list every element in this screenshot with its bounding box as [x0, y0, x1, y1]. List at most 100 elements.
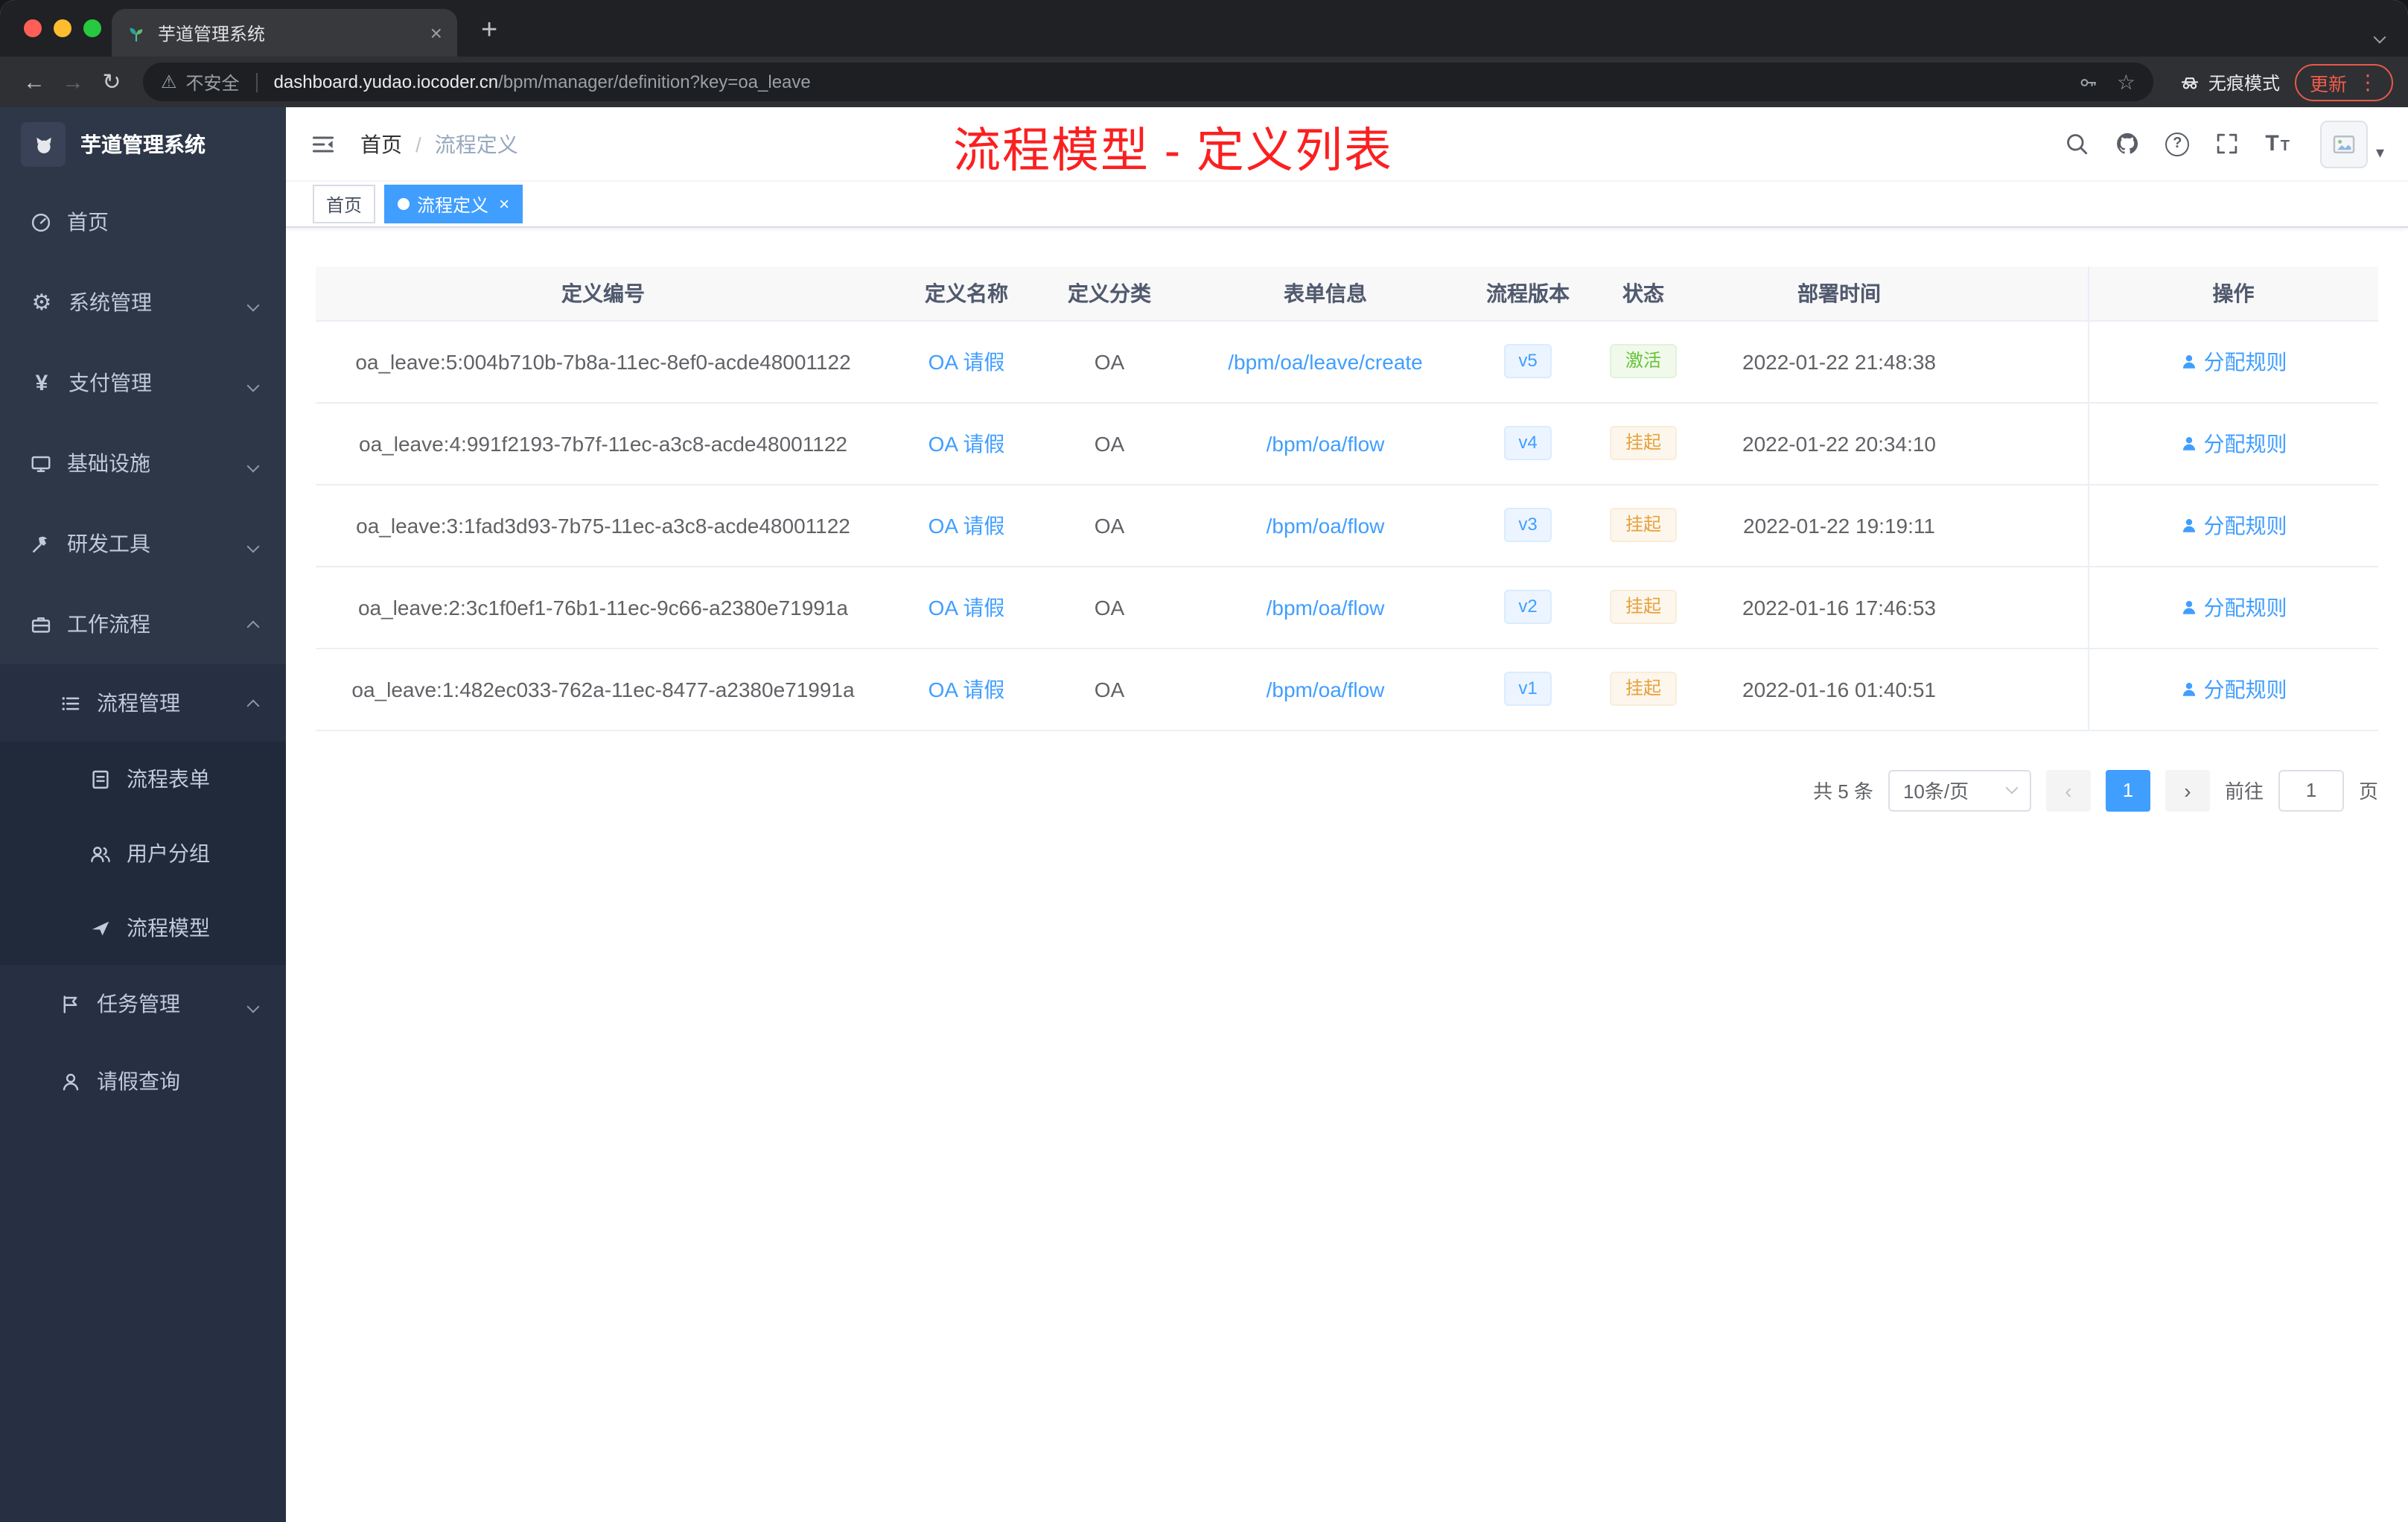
logo-title: 芋道管理系统 — [80, 133, 206, 156]
deploy-time: 2022-01-22 21:48:38 — [1742, 349, 1936, 373]
sidebar-item-payment[interactable]: ¥ 支付管理 — [0, 343, 286, 423]
forward-button[interactable]: → — [54, 71, 92, 93]
sidebar-item-home[interactable]: 首页 — [0, 182, 286, 262]
new-tab-button[interactable]: + — [481, 16, 497, 45]
back-button[interactable]: ← — [15, 71, 54, 93]
goto-page-input[interactable] — [2278, 769, 2344, 811]
tools-icon — [33, 535, 48, 552]
sidebar-item-user-group[interactable]: 用户分组 — [0, 816, 286, 891]
reload-button[interactable]: ↻ — [92, 71, 131, 93]
sidebar-item-workflow[interactable]: 工作流程 — [0, 584, 286, 664]
deploy-time: 2022-01-22 20:34:10 — [1742, 431, 1936, 455]
key-icon[interactable] — [2080, 72, 2099, 92]
tab-search-chevron-icon[interactable] — [2373, 22, 2386, 49]
chrome-update-button[interactable]: 更新 ⋮ — [2294, 63, 2393, 101]
definition-name-link[interactable]: OA 请假 — [929, 431, 1005, 455]
form-link[interactable]: /bpm/oa/flow — [1267, 431, 1385, 455]
users-icon — [91, 846, 110, 862]
deploy-time: 2022-01-16 01:40:51 — [1742, 677, 1936, 701]
assign-rule-link[interactable]: 分配规则 — [2180, 428, 2287, 458]
monitor-icon — [31, 455, 51, 471]
font-size-icon[interactable]: TT — [2265, 131, 2290, 156]
definition-name-link[interactable]: OA 请假 — [929, 677, 1005, 701]
yen-icon: ¥ — [35, 370, 48, 395]
logo-avatar — [21, 122, 66, 167]
window-close-button[interactable] — [24, 19, 42, 37]
status-badge: 挂起 — [1610, 590, 1676, 624]
definition-category: OA — [1094, 677, 1125, 701]
search-icon[interactable] — [2064, 131, 2089, 156]
form-link[interactable]: /bpm/oa/flow — [1267, 677, 1385, 701]
fullscreen-icon[interactable] — [2214, 131, 2240, 156]
omnibox-actions: ☆ — [2080, 69, 2135, 95]
page-button-1[interactable]: 1 — [2105, 769, 2150, 811]
definition-name-link[interactable]: OA 请假 — [929, 513, 1005, 537]
github-icon[interactable] — [2115, 131, 2140, 156]
sidebar-logo[interactable]: 芋道管理系统 — [0, 107, 286, 182]
assign-rule-link[interactable]: 分配规则 — [2180, 346, 2287, 376]
window-minimize-button[interactable] — [54, 19, 71, 37]
definition-table: 定义编号 定义名称 定义分类 表单信息 流程版本 状态 部署时间 操作 oa_l… — [316, 267, 2378, 730]
page-unit-label: 页 — [2358, 780, 2378, 803]
warning-icon: ⚠ — [161, 71, 177, 92]
address-bar[interactable]: ⚠ 不安全 dashboard.yudao.iocoder.cn/bpm/man… — [143, 63, 2153, 101]
security-label[interactable]: 不安全 — [186, 69, 240, 95]
sidebar-item-infrastructure[interactable]: 基础设施 — [0, 423, 286, 503]
sidebar-item-label: 任务管理 — [97, 992, 180, 1016]
help-icon[interactable]: ? — [2165, 132, 2190, 156]
assign-rule-link[interactable]: 分配规则 — [2180, 510, 2287, 540]
version-badge: v1 — [1503, 672, 1552, 706]
window-zoom-button[interactable] — [83, 19, 101, 37]
tab-close-icon[interactable]: × — [430, 22, 442, 43]
tag-process-definition[interactable]: 流程定义 × — [384, 185, 523, 223]
bookmark-star-icon[interactable]: ☆ — [2117, 69, 2135, 95]
sidebar-item-process-management[interactable]: 流程管理 — [0, 664, 286, 742]
assign-rule-link[interactable]: 分配规则 — [2180, 674, 2287, 704]
sidebar-item-process-form[interactable]: 流程表单 — [0, 742, 286, 816]
tags-view-bar: 首页 流程定义 × — [286, 182, 2408, 228]
next-page-button[interactable]: › — [2165, 769, 2210, 811]
tag-close-icon[interactable]: × — [499, 195, 509, 213]
sidebar-empty-area — [0, 1120, 286, 1522]
definition-category: OA — [1094, 595, 1125, 619]
chevron-down-icon — [246, 290, 260, 314]
deploy-time: 2022-01-16 17:46:53 — [1742, 595, 1936, 619]
definition-id: oa_leave:5:004b710b-7b8a-11ec-8ef0-acde4… — [355, 349, 851, 373]
prev-page-button[interactable]: ‹ — [2045, 769, 2091, 811]
form-link[interactable]: /bpm/oa/flow — [1267, 513, 1385, 537]
sidebar-collapse-icon[interactable] — [310, 130, 337, 157]
definition-name-link[interactable]: OA 请假 — [929, 349, 1005, 373]
definition-name-link[interactable]: OA 请假 — [929, 595, 1005, 619]
breadcrumb-current: 流程定义 — [434, 132, 518, 156]
chevron-up-icon — [246, 691, 260, 715]
table-row: oa_leave:3:1fad3d93-7b75-11ec-a3c8-acde4… — [316, 484, 2378, 567]
browser-tab[interactable]: 芋道管理系统 × — [112, 9, 457, 57]
sidebar-item-devtools[interactable]: 研发工具 — [0, 503, 286, 584]
divider — [255, 72, 258, 92]
browser-tab-strip: 芋道管理系统 × + — [0, 0, 2408, 57]
user-icon — [2182, 436, 2195, 450]
form-link[interactable]: /bpm/oa/flow — [1267, 595, 1385, 619]
incognito-badge: 无痕模式 — [2180, 69, 2280, 95]
column-header-category: 定义分类 — [1042, 267, 1176, 321]
user-menu[interactable]: ▾ — [2320, 120, 2384, 168]
sidebar-item-system[interactable]: ⚙ 系统管理 — [0, 262, 286, 343]
definition-category: OA — [1094, 431, 1125, 455]
favicon-leaf-icon — [130, 27, 143, 41]
page-content: 定义编号 定义名称 定义分类 表单信息 流程版本 状态 部署时间 操作 oa_l… — [286, 228, 2408, 1522]
tag-home[interactable]: 首页 — [313, 185, 376, 223]
sidebar: 芋道管理系统 首页 ⚙ 系统管理 ¥ 支付管理 基础设施 研发工具 工作流程 流… — [0, 107, 286, 1522]
page-size-select[interactable]: 10条/页 — [1888, 769, 2031, 811]
definition-id: oa_leave:2:3c1f0ef1-76b1-11ec-9c66-a2380… — [357, 595, 848, 619]
assign-rule-link[interactable]: 分配规则 — [2180, 592, 2287, 622]
incognito-label: 无痕模式 — [2208, 72, 2280, 93]
menu-dots-icon[interactable]: ⋮ — [2357, 71, 2378, 92]
form-link[interactable]: /bpm/oa/leave/create — [1228, 349, 1423, 373]
breadcrumb-home[interactable]: 首页 — [360, 129, 402, 159]
annotation-title: 流程模型 - 定义列表 — [953, 124, 1393, 177]
pagination-total: 共 5 条 — [1813, 780, 1873, 803]
sidebar-item-task-management[interactable]: 任务管理 — [0, 965, 286, 1042]
sidebar-item-process-model[interactable]: 流程模型 — [0, 891, 286, 965]
sidebar-item-leave-query[interactable]: 请假查询 — [0, 1042, 286, 1120]
user-icon — [2182, 518, 2195, 532]
